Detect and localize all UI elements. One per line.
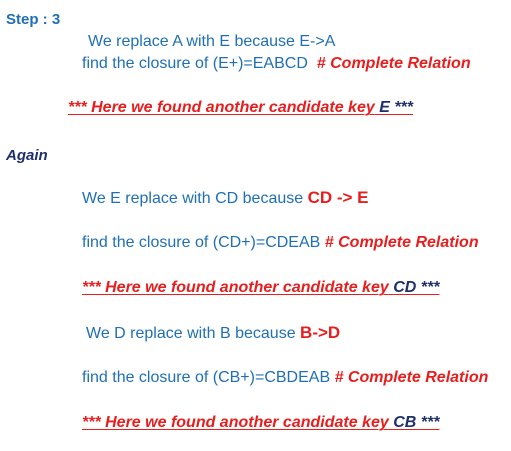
candidate-key-cd-line: *** Here we found another candidate key … — [82, 278, 439, 298]
closure-cd-text: find the closure of (CD+)=CDEAB — [82, 234, 321, 251]
candidate-key-cb-line: *** Here we found another candidate key … — [82, 413, 439, 433]
replace-d-with-b-line: We D replace with B because B->D — [86, 323, 340, 344]
dependency-rule: B->D — [300, 323, 341, 342]
dependency-rule: CD -> E — [307, 188, 369, 207]
found-prefix: *** Here we found another candidate key — [68, 99, 375, 116]
found-suffix: *** — [394, 99, 414, 116]
closure-cb-line: find the closure of (CB+)=CBDEAB # Compl… — [82, 368, 488, 388]
candidate-key-value: CB — [393, 414, 417, 431]
replace-d-text: We D replace with B because — [86, 325, 296, 342]
found-prefix: *** Here we found another candidate key — [82, 414, 389, 431]
replace-a-with-e-text: We replace A with E because E->A — [88, 33, 336, 50]
candidate-key-value: CD — [393, 279, 417, 296]
complete-relation-note: # Complete Relation — [316, 55, 471, 72]
replace-e-with-cd-line: We E replace with CD because CD -> E — [82, 188, 369, 209]
complete-relation-note: # Complete Relation — [324, 234, 479, 251]
complete-relation-note: # Complete Relation — [334, 369, 489, 386]
closure-cd-line: find the closure of (CD+)=CDEAB # Comple… — [82, 233, 479, 253]
replace-e-text: We E replace with CD because — [82, 190, 304, 207]
closure-cb-text: find the closure of (CB+)=CBDEAB — [82, 369, 331, 386]
found-prefix: *** Here we found another candidate key — [82, 279, 389, 296]
step-label: Step : 3 — [6, 11, 61, 28]
candidate-key-value: E — [379, 99, 390, 116]
closure-e-text: find the closure of (E+)=EABCD — [82, 55, 308, 72]
found-suffix: *** — [420, 279, 440, 296]
found-suffix: *** — [420, 414, 440, 431]
again-label: Again — [6, 147, 48, 164]
closure-e-line: find the closure of (E+)=EABCD # Complet… — [82, 54, 471, 74]
candidate-key-e-line: *** Here we found another candidate key … — [68, 98, 413, 118]
